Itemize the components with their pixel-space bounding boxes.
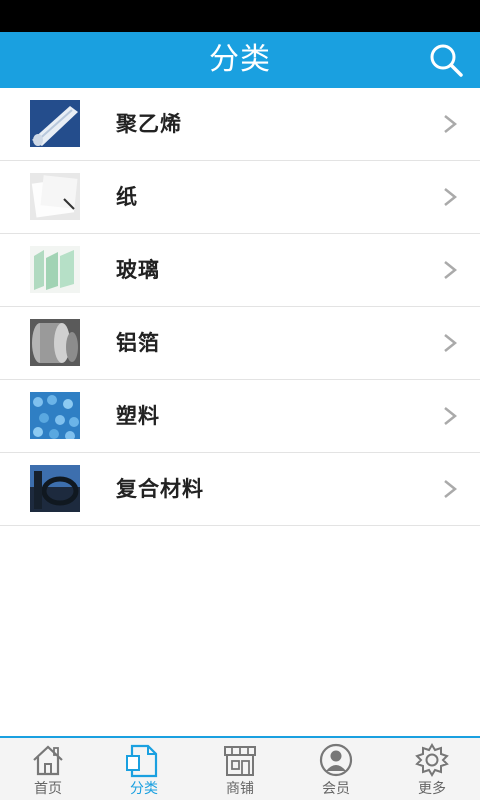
- chevron-right-icon: [442, 406, 458, 426]
- tab-member[interactable]: 会员: [288, 738, 384, 800]
- category-icon: [126, 744, 158, 778]
- home-icon: [33, 745, 63, 776]
- bottom-tab-bar: 首页 分类 商铺 会员 更多: [0, 736, 480, 800]
- tab-shop[interactable]: 商铺: [192, 738, 288, 800]
- polyethylene-thumbnail: [30, 100, 80, 147]
- member-icon: [319, 743, 353, 777]
- glass-thumbnail: [30, 246, 80, 293]
- category-label: 纸: [116, 185, 138, 209]
- search-icon[interactable]: [428, 42, 464, 78]
- status-bar: [0, 0, 480, 32]
- paper-thumbnail: [30, 173, 80, 220]
- chevron-right-icon: [442, 260, 458, 280]
- category-row-composite[interactable]: 复合材料: [0, 453, 480, 526]
- category-row-aluminum-foil[interactable]: 铝箔: [0, 307, 480, 380]
- chevron-right-icon: [442, 479, 458, 499]
- tab-label: 分类: [130, 781, 158, 797]
- tab-label: 更多: [418, 781, 446, 797]
- category-label: 复合材料: [116, 477, 204, 501]
- category-row-glass[interactable]: 玻璃: [0, 234, 480, 307]
- category-label: 塑料: [116, 404, 160, 428]
- chevron-right-icon: [442, 114, 458, 134]
- tab-label: 商铺: [226, 781, 254, 797]
- category-row-paper[interactable]: 纸: [0, 161, 480, 234]
- chevron-right-icon: [442, 187, 458, 207]
- tab-category[interactable]: 分类: [96, 738, 192, 800]
- category-label: 聚乙烯: [116, 112, 182, 136]
- category-row-plastic[interactable]: 塑料: [0, 380, 480, 453]
- tab-more[interactable]: 更多: [384, 738, 480, 800]
- plastic-thumbnail: [30, 392, 80, 439]
- tab-label: 会员: [322, 781, 350, 797]
- aluminum-foil-thumbnail: [30, 319, 80, 366]
- category-list: 聚乙烯 纸 玻璃 铝箔 塑料 复合材料: [0, 88, 480, 526]
- chevron-right-icon: [442, 333, 458, 353]
- category-label: 玻璃: [116, 258, 160, 282]
- page-title: 分类: [209, 42, 271, 77]
- category-row-polyethylene[interactable]: 聚乙烯: [0, 88, 480, 161]
- shop-icon: [224, 746, 256, 776]
- tab-label: 首页: [34, 781, 62, 797]
- category-label: 铝箔: [116, 331, 160, 355]
- composite-thumbnail: [30, 465, 80, 512]
- tab-home[interactable]: 首页: [0, 738, 96, 800]
- gear-icon: [415, 743, 449, 777]
- top-header: 分类: [0, 32, 480, 88]
